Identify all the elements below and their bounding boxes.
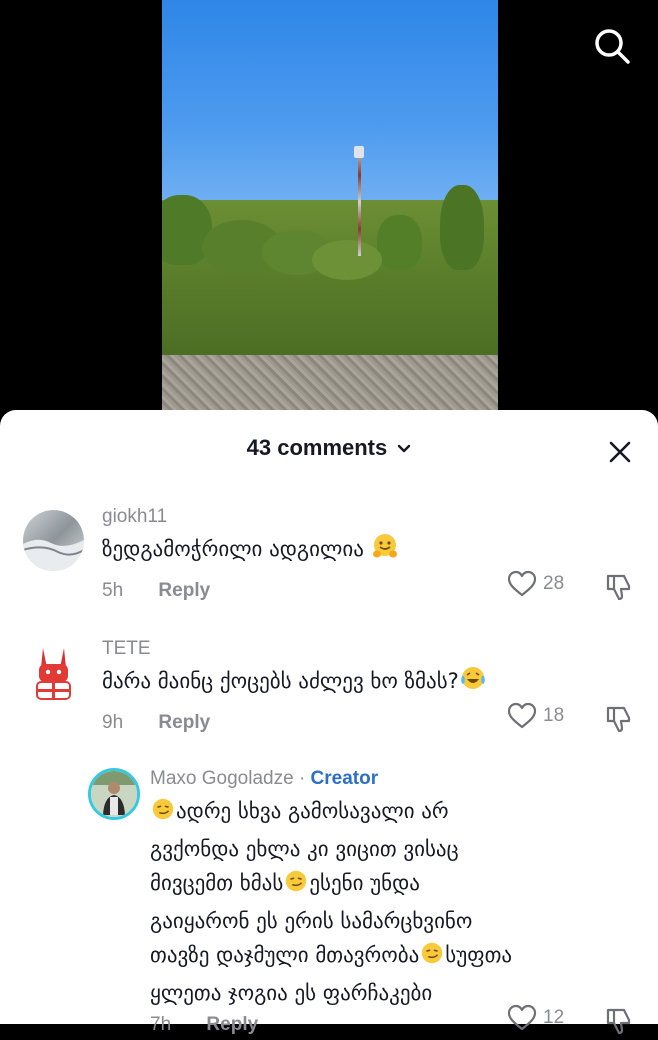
thumbs-down-icon	[606, 1008, 631, 1035]
chevron-down-icon	[397, 436, 411, 462]
comment-text-content: მარა მაინც ქოცებს აძლევ ხო ზმას?	[102, 669, 459, 693]
comment-username[interactable]: giokh11	[102, 506, 167, 528]
video-tree	[377, 215, 422, 270]
video-radio-tower	[358, 148, 361, 256]
like-button[interactable]: 28	[507, 570, 564, 598]
comments-header[interactable]: 43 comments	[0, 435, 658, 462]
reply-text-line: მივცემთ ხმას ესენი უნდა	[150, 866, 512, 904]
reply-line: გვქონდა ეხლა კი ვიცით ვისაც	[150, 837, 459, 861]
video-bush	[312, 240, 382, 280]
reply-text: ადრე სხვა გამოსავალი არ გვქონდა ეხლა კი …	[150, 794, 512, 1010]
avatar[interactable]	[23, 642, 84, 703]
reply-text-line: გვქონდა ეხლა კი ვიცით ვისაც	[150, 832, 512, 866]
video-radio-tower-top	[354, 146, 364, 158]
dislike-button[interactable]	[604, 1006, 634, 1040]
reply-username-row: Maxo Gogoladze · Creator	[150, 768, 378, 790]
reply-username[interactable]: Maxo Gogoladze	[150, 768, 294, 789]
comment-item: giokh11 ზედგამოჭრილი ადგილია 5h Reply 28	[0, 506, 658, 616]
reply-text-line: თავზე დაჯმული მთავრობა სუფთა	[150, 938, 512, 976]
reply-button[interactable]: Reply	[206, 1014, 258, 1035]
separator-dot: ·	[298, 768, 306, 789]
comments-sheet: 43 comments giokh11 ზედგამოჭრილი ადგილია…	[0, 410, 658, 1035]
avatar[interactable]	[88, 768, 140, 820]
search-button[interactable]	[592, 26, 632, 66]
heart-icon	[507, 570, 537, 597]
comment-meta: 5h Reply	[102, 580, 210, 602]
comment-time: 9h	[102, 712, 124, 733]
like-count: 12	[543, 1007, 565, 1028]
thumbs-down-icon	[606, 706, 631, 733]
dislike-button[interactable]	[604, 704, 634, 738]
reply-line: გაიყარონ ეს ერის სამარცხვინო	[150, 909, 473, 933]
reply-button[interactable]: Reply	[158, 712, 210, 733]
search-icon	[595, 29, 630, 64]
close-icon	[609, 441, 631, 463]
video-player[interactable]	[162, 0, 498, 420]
reply-line: ესენი უნდა	[309, 871, 420, 895]
reply-line: ადრე სხვა გამოსავალი არ	[176, 799, 449, 823]
laughing-tears-icon	[459, 664, 487, 702]
comment-text: მარა მაინც ქოცებს აძლევ ხო ზმას?	[102, 664, 487, 702]
like-button[interactable]: 18	[507, 702, 564, 730]
heart-icon	[507, 1004, 537, 1031]
reply-text-line: გაიყარონ ეს ერის სამარცხვინო	[150, 904, 512, 938]
thumbs-down-icon	[606, 574, 631, 601]
video-tree	[440, 185, 484, 270]
reply-line: ყლეთა ჯოგია ეს ფარჩაკები	[150, 981, 433, 1005]
reply-line: სუფთა	[445, 943, 513, 967]
dislike-button[interactable]	[604, 572, 634, 606]
smirking-face-icon	[419, 940, 445, 976]
comment-time: 5h	[102, 580, 124, 601]
comment-text: ზედგამოჭრილი ადგილია	[102, 532, 399, 570]
avatar[interactable]	[23, 510, 84, 571]
reply-text-line: ყლეთა ჯოგია ეს ფარჩაკები	[150, 976, 512, 1010]
reply-line: თავზე დაჯმული მთავრობა	[150, 943, 420, 967]
like-count: 28	[543, 573, 565, 594]
reply-line: მივცემთ ხმას	[150, 871, 284, 895]
like-count: 18	[543, 705, 565, 726]
reply-item: Maxo Gogoladze · Creator ადრე სხვა გამოს…	[0, 768, 658, 1035]
hugging-face-icon	[371, 532, 399, 570]
comment-text-content: ზედგამოჭრილი ადგილია	[102, 537, 364, 561]
reply-time: 7h	[150, 1014, 172, 1035]
comment-username[interactable]: TETE	[102, 638, 151, 660]
reply-button[interactable]: Reply	[158, 580, 210, 601]
reply-text-line: ადრე სხვა გამოსავალი არ	[150, 794, 512, 832]
reply-meta: 7h Reply	[150, 1014, 258, 1036]
comment-meta: 9h Reply	[102, 712, 210, 734]
like-button[interactable]: 12	[507, 1004, 564, 1032]
close-button[interactable]	[608, 440, 632, 464]
creator-badge: Creator	[310, 768, 379, 789]
comments-count: 43 comments	[246, 435, 388, 460]
smirking-face-icon	[150, 796, 176, 832]
heart-icon	[507, 702, 537, 729]
comment-item: TETE მარა მაინც ქოცებს აძლევ ხო ზმას? 9h…	[0, 638, 658, 748]
smirking-face-icon	[283, 868, 309, 904]
